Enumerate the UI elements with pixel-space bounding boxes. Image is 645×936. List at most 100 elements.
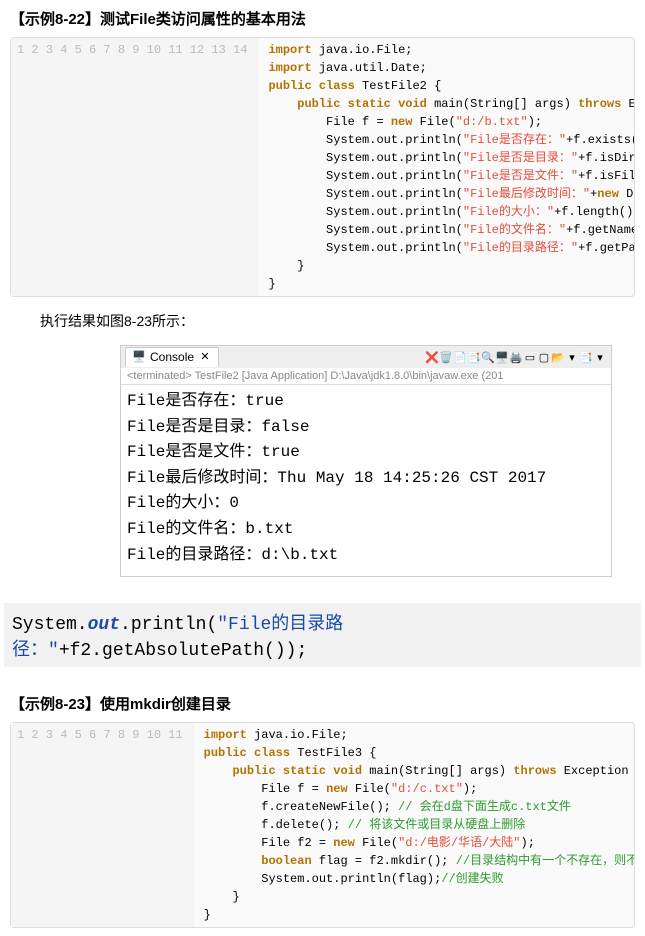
code-line: public class TestFile3 { <box>204 744 628 762</box>
toolbar-icon[interactable]: ▢ <box>537 351 551 365</box>
code-token: flag = f2.mkdir(); <box>312 854 456 868</box>
code-line: System.out.println("File是否存在："+f.exists(… <box>268 131 628 149</box>
console-subheader: <terminated> TestFile2 [Java Application… <box>121 368 611 385</box>
code-token: File f = <box>268 115 390 129</box>
console-panel: 🖥️ Console ✕ ❌🗑️📄📑🔍🖥️🖨️▭▢📂▾📑▾ <terminate… <box>120 345 612 577</box>
code-token: } <box>268 259 304 273</box>
toolbar-icon[interactable]: 🔍 <box>481 351 495 365</box>
code-token: // 将该文件或目录从硬盘上删除 <box>348 818 526 832</box>
code-line: System.out.println("File是否是目录："+f.isDire… <box>268 149 628 167</box>
code-line: f.delete(); // 将该文件或目录从硬盘上删除 <box>204 816 628 834</box>
example-8-23-title: 【示例8-23】使用mkdir创建目录 <box>0 685 645 718</box>
highlighted-code-line: System.out.println("File的目录路径："+f2.getAb… <box>4 603 641 667</box>
toolbar-icon[interactable]: 📑 <box>467 351 481 365</box>
code-token: +f.length()); <box>554 205 634 219</box>
code-line: public static void main(String[] args) t… <box>268 95 628 113</box>
toolbar-icon[interactable]: 🖨️ <box>509 351 523 365</box>
code-token: "File是否存在：" <box>463 133 566 147</box>
code-token <box>204 764 233 778</box>
code-line: boolean flag = f2.mkdir(); //目录结构中有一个不存在… <box>204 852 628 870</box>
code-text: +f2.getAbsolutePath()); <box>59 641 307 661</box>
code-token: //创建失败 <box>441 872 503 886</box>
toolbar-icon[interactable]: 📄 <box>453 351 467 365</box>
code-token: File( <box>412 115 455 129</box>
code-line: public class TestFile2 { <box>268 77 628 95</box>
code-token: System.out.println( <box>268 241 462 255</box>
code-line: System.out.println("File的目录路径："+f.getPat… <box>268 239 628 257</box>
code-block-1: 1 2 3 4 5 6 7 8 9 10 11 12 13 14 import … <box>10 37 635 297</box>
code-line: import java.io.File; <box>268 41 628 59</box>
code-line: f.createNewFile(); // 会在d盘下面生成c.txt文件 <box>204 798 628 816</box>
code-line: System.out.println("File的大小："+f.length()… <box>268 203 628 221</box>
code-token: File( <box>355 836 398 850</box>
code-token: new <box>326 782 348 796</box>
wave-separator <box>0 587 645 597</box>
console-output: File是否存在：true File是否是目录：false File是否是文件：… <box>121 385 611 576</box>
code-token: "d:/电影/华语/大陆" <box>398 836 520 850</box>
code-token: "File是否是文件：" <box>463 169 578 183</box>
code-token: TestFile2 { <box>355 79 441 93</box>
code-token: System.out.println( <box>268 223 462 237</box>
code-token: "File最后修改时间：" <box>463 187 590 201</box>
toolbar-icon[interactable]: ▾ <box>593 351 607 365</box>
code-token: "File是否是目录：" <box>463 151 578 165</box>
code-line: } <box>204 888 628 906</box>
code-text: .println( <box>120 615 217 635</box>
close-icon[interactable]: ✕ <box>198 350 212 364</box>
example-8-22-title: 【示例8-22】测试File类访问属性的基本用法 <box>0 0 645 33</box>
code-token: ); <box>463 782 477 796</box>
code-line: } <box>268 275 628 293</box>
code-gutter-1: 1 2 3 4 5 6 7 8 9 10 11 12 13 14 <box>11 38 258 296</box>
code-token: main(String[] args) <box>427 97 578 111</box>
code-token: File f2 = <box>204 836 334 850</box>
code-token <box>204 854 262 868</box>
code-lines-2: import java.io.File;public class TestFil… <box>194 723 634 927</box>
code-token: public class <box>204 746 290 760</box>
code-line: public static void main(String[] args) t… <box>204 762 628 780</box>
code-line: } <box>204 906 628 924</box>
code-token: TestFile3 { <box>290 746 376 760</box>
code-token: Exception { <box>557 764 634 778</box>
code-token: } <box>204 908 211 922</box>
console-tab-label: Console <box>150 350 194 364</box>
code-token: +f.getName()); <box>566 223 634 237</box>
code-token: "d:/c.txt" <box>391 782 463 796</box>
code-token: System.out.println(flag); <box>204 872 442 886</box>
code-token: "File的大小：" <box>463 205 554 219</box>
code-token: Date(f.lastModified())); <box>619 187 634 201</box>
code-out-italic: out <box>88 615 120 635</box>
code-token: java.util.Date; <box>312 61 427 75</box>
code-token: f.delete(); <box>204 818 348 832</box>
toolbar-icon[interactable]: 📂 <box>551 351 565 365</box>
toolbar-icon[interactable]: 🗑️ <box>439 351 453 365</box>
code-gutter-2: 1 2 3 4 5 6 7 8 9 10 11 <box>11 723 194 927</box>
toolbar-icon[interactable]: ❌ <box>425 351 439 365</box>
console-tab[interactable]: 🖥️ Console ✕ <box>125 347 219 367</box>
code-token: java.io.File; <box>312 43 413 57</box>
code-token: public static void <box>297 97 427 111</box>
code-token: File f = <box>204 782 326 796</box>
code-line: import java.io.File; <box>204 726 628 744</box>
code-token: // 会在d盘下面生成c.txt文件 <box>398 800 571 814</box>
code-token: //目录结构中有一个不存在，则不会创建整个目录树 <box>456 854 634 868</box>
console-toolbar: 🖥️ Console ✕ ❌🗑️📄📑🔍🖥️🖨️▭▢📂▾📑▾ <box>121 346 611 368</box>
console-icon: 🖥️ <box>132 350 146 364</box>
code-line: File f2 = new File("d:/电影/华语/大陆"); <box>204 834 628 852</box>
toolbar-icon[interactable]: 📑 <box>579 351 593 365</box>
code-token: main(String[] args) <box>362 764 513 778</box>
code-token: public static void <box>232 764 362 778</box>
code-token: new <box>597 187 619 201</box>
toolbar-icon[interactable]: ▭ <box>523 351 537 365</box>
code-token: "d:/b.txt" <box>456 115 528 129</box>
code-token: +f.isFile()); <box>578 169 634 183</box>
code-token: +f.isDirectory()); <box>578 151 634 165</box>
code-line: import java.util.Date; <box>268 59 628 77</box>
code-token: } <box>204 890 240 904</box>
code-token: ); <box>528 115 542 129</box>
code-text: System. <box>12 615 88 635</box>
code-token: boolean <box>261 854 311 868</box>
toolbar-icon[interactable]: ▾ <box>565 351 579 365</box>
code-line: File f = new File("d:/b.txt"); <box>268 113 628 131</box>
code-token: +f.getPath()); <box>578 241 634 255</box>
toolbar-icon[interactable]: 🖥️ <box>495 351 509 365</box>
